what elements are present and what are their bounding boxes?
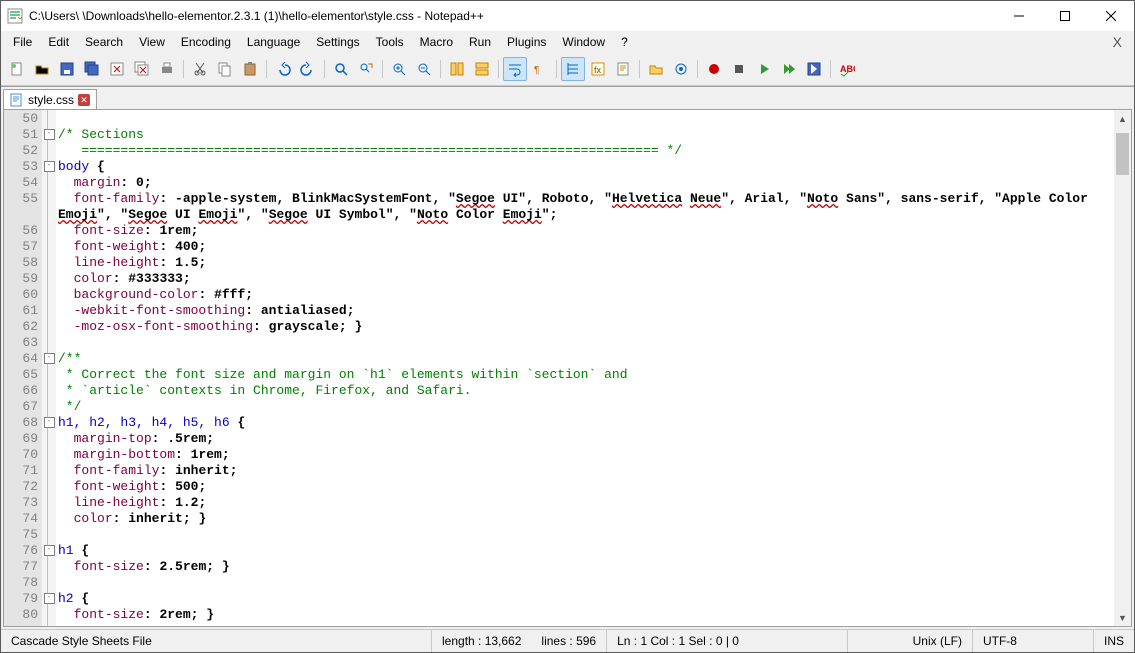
print-icon[interactable] <box>155 57 179 81</box>
zoom-in-icon[interactable] <box>387 57 411 81</box>
lang-icon[interactable]: fx <box>586 57 610 81</box>
tab-label: style.css <box>28 93 74 107</box>
titlebar: C:\Users\ \Downloads\hello-elementor.2.3… <box>1 1 1134 31</box>
save-macro-icon[interactable] <box>802 57 826 81</box>
stop-icon[interactable] <box>727 57 751 81</box>
maximize-button[interactable] <box>1042 1 1088 31</box>
status-ins[interactable]: INS <box>1094 630 1134 652</box>
scroll-down-icon[interactable]: ▼ <box>1114 609 1131 626</box>
menu-run[interactable]: Run <box>461 33 499 51</box>
code-area[interactable]: /* Sections ============================… <box>56 110 1114 626</box>
save-all-icon[interactable] <box>80 57 104 81</box>
menu-plugins[interactable]: Plugins <box>499 33 554 51</box>
open-icon[interactable] <box>30 57 54 81</box>
scroll-track[interactable] <box>1114 127 1131 609</box>
toolbar: ¶ fx ABC <box>1 53 1134 86</box>
app-icon <box>7 8 23 24</box>
tab-style-css[interactable]: style.css ✕ <box>3 89 97 110</box>
replace-icon[interactable] <box>354 57 378 81</box>
cut-icon[interactable] <box>188 57 212 81</box>
menu-help[interactable]: ? <box>613 33 636 51</box>
paste-icon[interactable] <box>238 57 262 81</box>
menu-settings[interactable]: Settings <box>308 33 367 51</box>
statusbar: Cascade Style Sheets File length : 13,66… <box>1 629 1134 652</box>
play-icon[interactable] <box>752 57 776 81</box>
minimize-button[interactable] <box>996 1 1042 31</box>
close-all-icon[interactable] <box>130 57 154 81</box>
record-icon[interactable] <box>702 57 726 81</box>
close-button[interactable] <box>1088 1 1134 31</box>
fold-column[interactable]: ------ <box>42 110 56 626</box>
folder-icon[interactable] <box>644 57 668 81</box>
menubar: File Edit Search View Encoding Language … <box>1 31 1134 53</box>
vertical-scrollbar[interactable]: ▲ ▼ <box>1114 110 1131 626</box>
find-icon[interactable] <box>329 57 353 81</box>
menu-macro[interactable]: Macro <box>412 33 461 51</box>
menubar-x[interactable]: X <box>1105 34 1130 50</box>
menu-file[interactable]: File <box>5 33 40 51</box>
menu-search[interactable]: Search <box>77 33 131 51</box>
undo-icon[interactable] <box>271 57 295 81</box>
scroll-up-icon[interactable]: ▲ <box>1114 110 1131 127</box>
play-multi-icon[interactable] <box>777 57 801 81</box>
wrap-icon[interactable] <box>503 57 527 81</box>
status-length: length : 13,662 <box>432 630 531 652</box>
zoom-out-icon[interactable] <box>412 57 436 81</box>
copy-icon[interactable] <box>213 57 237 81</box>
svg-text:¶: ¶ <box>534 65 539 76</box>
sync-v-icon[interactable] <box>445 57 469 81</box>
window-title: C:\Users\ \Downloads\hello-elementor.2.3… <box>29 9 996 23</box>
doc-map-icon[interactable] <box>611 57 635 81</box>
status-encoding[interactable]: UTF-8 <box>973 630 1093 652</box>
file-icon <box>10 93 24 107</box>
menu-window[interactable]: Window <box>554 33 613 51</box>
menu-edit[interactable]: Edit <box>40 33 77 51</box>
tabstrip: style.css ✕ <box>1 86 1134 109</box>
tab-close-icon[interactable]: ✕ <box>78 94 90 106</box>
status-eol[interactable]: Unix (LF) <box>903 630 972 652</box>
status-position: Ln : 1 Col : 1 Sel : 0 | 0 <box>607 630 847 652</box>
menu-language[interactable]: Language <box>239 33 308 51</box>
redo-icon[interactable] <box>296 57 320 81</box>
status-filetype: Cascade Style Sheets File <box>1 630 431 652</box>
new-icon[interactable] <box>5 57 29 81</box>
line-gutter: 505152535455 565758596061626364656667686… <box>4 110 42 626</box>
menu-encoding[interactable]: Encoding <box>173 33 239 51</box>
status-lines: lines : 596 <box>531 630 606 652</box>
spellcheck-icon[interactable]: ABC <box>835 57 859 81</box>
scroll-thumb[interactable] <box>1116 133 1129 175</box>
svg-text:fx: fx <box>594 65 602 75</box>
sync-h-icon[interactable] <box>470 57 494 81</box>
monitor-icon[interactable] <box>669 57 693 81</box>
app-window: C:\Users\ \Downloads\hello-elementor.2.3… <box>0 0 1135 653</box>
indent-guide-icon[interactable] <box>561 57 585 81</box>
show-all-icon[interactable]: ¶ <box>528 57 552 81</box>
editor[interactable]: 505152535455 565758596061626364656667686… <box>3 109 1132 627</box>
menu-tools[interactable]: Tools <box>368 33 412 51</box>
menu-view[interactable]: View <box>131 33 173 51</box>
save-icon[interactable] <box>55 57 79 81</box>
close-icon[interactable] <box>105 57 129 81</box>
